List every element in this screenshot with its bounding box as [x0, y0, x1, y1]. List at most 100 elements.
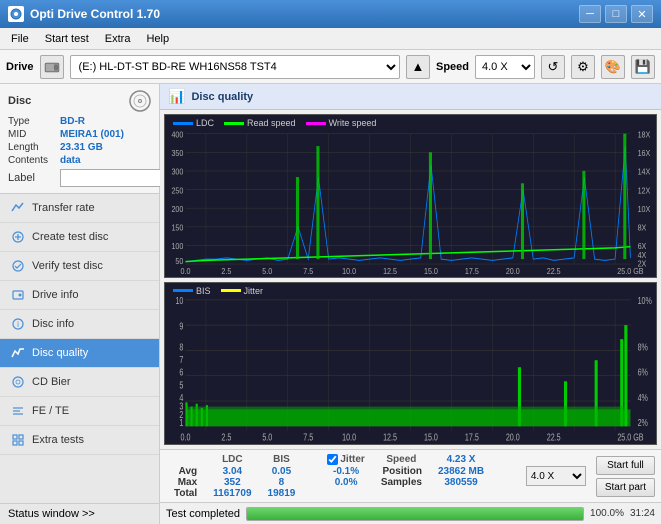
extra-tests-icon	[10, 432, 26, 448]
drive-icon-btn[interactable]	[40, 55, 64, 79]
svg-text:10: 10	[175, 294, 183, 305]
disc-mid-row: MID MEIRA1 (001)	[8, 129, 151, 140]
nav-label-verify-test-disc: Verify test disc	[32, 260, 103, 272]
menu-start-test[interactable]: Start test	[38, 31, 96, 47]
speed-dropdown-area: 4.0 X	[526, 466, 586, 486]
total-row: Total 1161709 19819	[166, 488, 492, 499]
nav-item-verify-test-disc[interactable]: Verify test disc	[0, 252, 159, 281]
drive-info-icon	[10, 287, 26, 303]
speed-select[interactable]: 4.0 X	[475, 55, 535, 79]
cd-bier-icon	[10, 374, 26, 390]
stats-row: LDC BIS Jitter Speed 4	[166, 453, 655, 499]
content-area: 📊 Disc quality LDC Read speed	[160, 84, 661, 524]
drive-select[interactable]: (E:) HL-DT-ST BD-RE WH16NS58 TST4	[70, 55, 400, 79]
avg-ldc: 3.04	[205, 466, 259, 477]
samples-label: Samples	[373, 477, 430, 488]
disc-mid-value: MEIRA1 (001)	[60, 129, 124, 140]
action-buttons: Start full Start part	[596, 456, 655, 497]
start-part-button[interactable]: Start part	[596, 478, 655, 497]
svg-text:17.5: 17.5	[465, 431, 479, 442]
nav-item-create-test-disc[interactable]: Create test disc	[0, 223, 159, 252]
maximize-button[interactable]: □	[605, 5, 627, 23]
nav-label-disc-info: Disc info	[32, 318, 74, 330]
minimize-button[interactable]: ─	[579, 5, 601, 23]
progress-fill	[247, 508, 583, 520]
disc-type-value: BD-R	[60, 116, 85, 127]
create-test-disc-icon	[10, 229, 26, 245]
total-label: Total	[166, 488, 205, 499]
avg-jitter: -0.1%	[319, 466, 372, 477]
disc-quality-header: 📊 Disc quality	[160, 84, 661, 110]
svg-text:250: 250	[171, 186, 183, 196]
speed-dropdown[interactable]: 4.0 X	[526, 466, 586, 486]
max-row: Max 352 8 0.0% Samples 380559	[166, 477, 492, 488]
title-bar: Opti Drive Control 1.70 ─ □ ✕	[0, 0, 661, 28]
svg-text:10%: 10%	[638, 294, 653, 305]
svg-text:5: 5	[179, 379, 183, 390]
nav-item-transfer-rate[interactable]: Transfer rate	[0, 194, 159, 223]
close-button[interactable]: ✕	[631, 5, 653, 23]
disc-info-icon: i	[10, 316, 26, 332]
refresh-button[interactable]: ↺	[541, 55, 565, 79]
svg-text:4%: 4%	[638, 391, 649, 402]
nav-label-disc-quality: Disc quality	[32, 347, 88, 359]
speed-value-header: 4.23 X	[430, 453, 492, 466]
menu-help[interactable]: Help	[139, 31, 176, 47]
svg-text:50: 50	[175, 256, 183, 266]
svg-text:7.5: 7.5	[303, 266, 313, 276]
write-speed-legend-item: Write speed	[306, 118, 377, 128]
bis-chart-svg: 10 9 8 7 6 5 4 3 2 1 10% 8% 6% 4% 2%	[165, 283, 656, 445]
max-label: Max	[166, 477, 205, 488]
jitter-checkbox[interactable]	[327, 454, 338, 465]
disc-length-value: 23.31 GB	[60, 142, 103, 153]
nav-label-extra-tests: Extra tests	[32, 434, 84, 446]
ldc-chart-svg: 0.0 2.5 5.0 7.5 10.0 12.5 15.0 17.5 20.0…	[165, 115, 656, 277]
max-ldc: 352	[205, 477, 259, 488]
nav-item-fe-te[interactable]: FE / TE	[0, 397, 159, 426]
jitter-legend-item: Jitter	[221, 286, 264, 296]
svg-text:7.5: 7.5	[303, 431, 313, 442]
nav-item-cd-bier[interactable]: CD Bier	[0, 368, 159, 397]
svg-text:10.0: 10.0	[342, 266, 356, 276]
settings-button[interactable]: ⚙	[571, 55, 595, 79]
avg-row: Avg 3.04 0.05 -0.1% Position 23862 MB	[166, 466, 492, 477]
write-speed-legend-color	[306, 122, 326, 125]
eject-button[interactable]: ▲	[406, 55, 430, 79]
status-window-label: Status window >>	[8, 508, 95, 520]
nav-item-disc-quality[interactable]: Disc quality	[0, 339, 159, 368]
save-button[interactable]: 💾	[631, 55, 655, 79]
app-title: Opti Drive Control 1.70	[30, 7, 160, 21]
status-window-button[interactable]: Status window >>	[0, 503, 159, 524]
color-button[interactable]: 🎨	[601, 55, 625, 79]
svg-text:20.0: 20.0	[506, 431, 520, 442]
read-speed-legend-label: Read speed	[247, 118, 296, 128]
nav-label-create-test-disc: Create test disc	[32, 231, 108, 243]
chart2-legend: BIS Jitter	[173, 286, 263, 296]
nav-item-extra-tests[interactable]: Extra tests	[0, 426, 159, 455]
bis-chart: BIS Jitter	[164, 282, 657, 446]
disc-contents-label: Contents	[8, 155, 60, 166]
disc-mid-label: MID	[8, 129, 60, 140]
jitter-legend-color	[221, 289, 241, 292]
disc-quality-icon	[10, 345, 26, 361]
ldc-chart: LDC Read speed Write speed	[164, 114, 657, 278]
nav-item-drive-info[interactable]: Drive info	[0, 281, 159, 310]
speed-header: Speed	[373, 453, 430, 466]
svg-text:12.5: 12.5	[383, 431, 397, 442]
start-full-button[interactable]: Start full	[596, 456, 655, 475]
max-bis: 8	[260, 477, 304, 488]
chart1-legend: LDC Read speed Write speed	[173, 118, 376, 128]
svg-text:i: i	[17, 320, 19, 329]
jitter-legend-label: Jitter	[244, 286, 264, 296]
menu-extra[interactable]: Extra	[98, 31, 138, 47]
app-icon	[8, 6, 24, 22]
svg-text:18X: 18X	[638, 130, 651, 140]
read-speed-legend-color	[224, 122, 244, 125]
svg-text:15.0: 15.0	[424, 266, 438, 276]
nav-label-drive-info: Drive info	[32, 289, 78, 301]
menu-file[interactable]: File	[4, 31, 36, 47]
disc-icon	[129, 90, 151, 112]
nav-item-disc-info[interactable]: i Disc info	[0, 310, 159, 339]
svg-text:12X: 12X	[638, 186, 651, 196]
svg-text:6: 6	[179, 366, 183, 377]
